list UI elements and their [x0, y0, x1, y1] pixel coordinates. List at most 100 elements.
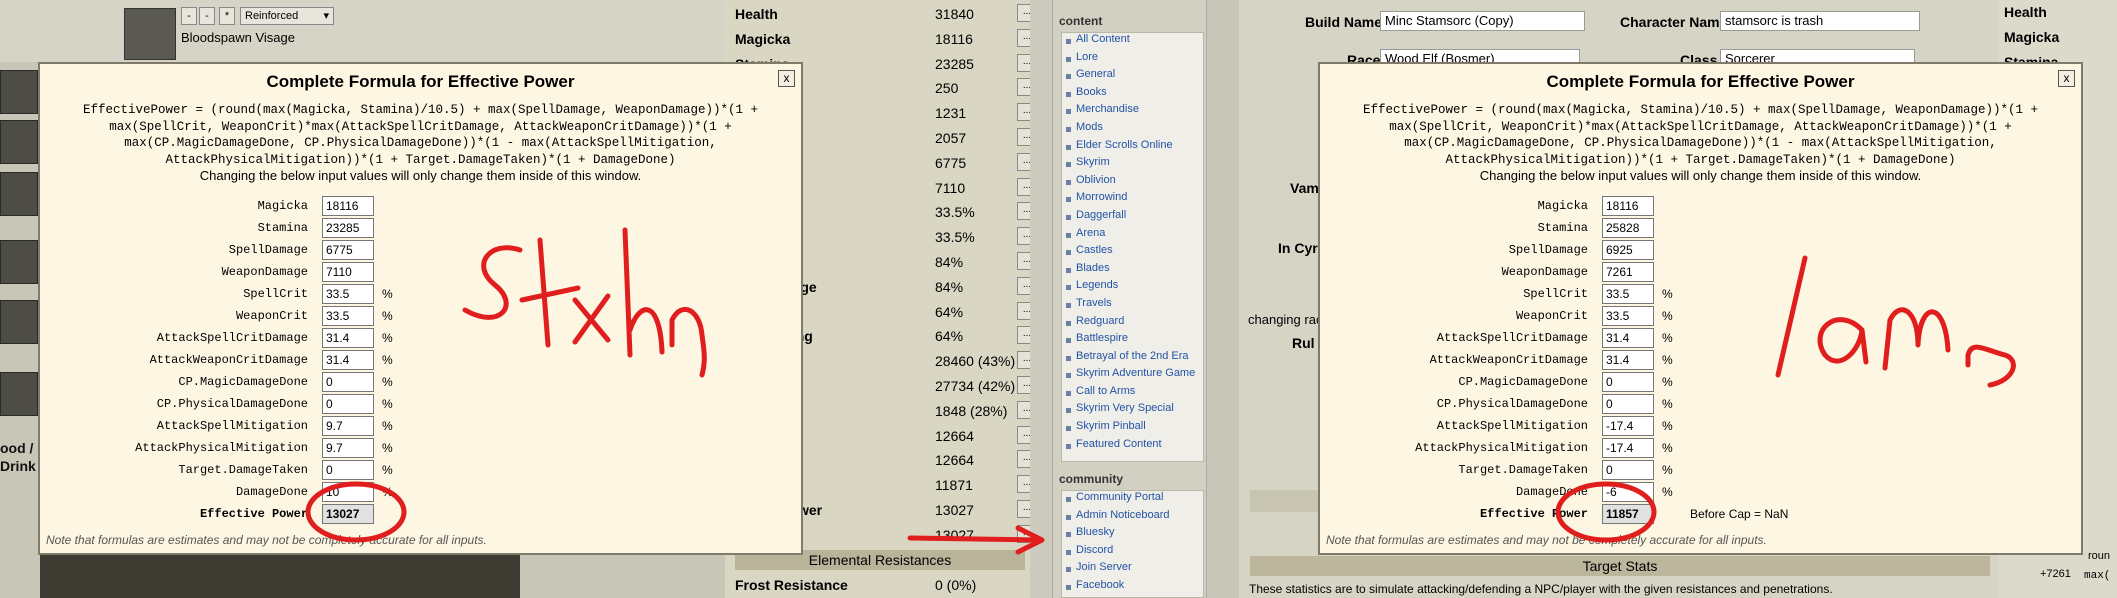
input-label: AttackSpellCritDamage — [156, 331, 308, 345]
wiki-link[interactable]: Join Server — [1062, 561, 1203, 579]
vampire-label: Vam — [1290, 180, 1319, 196]
content-header: content — [1059, 14, 1103, 28]
wiki-link[interactable]: Books — [1062, 86, 1203, 104]
formula-input[interactable]: 0 — [322, 460, 374, 480]
gear-slot-1[interactable] — [0, 70, 38, 114]
formula-input[interactable]: 23285 — [322, 218, 374, 238]
wiki-link[interactable]: Daggerfall — [1062, 209, 1203, 227]
formula-input[interactable]: -17.4 — [1602, 416, 1654, 436]
formula-line: AttackPhysicalMitigation))*(1 + Target.D… — [1445, 152, 1956, 167]
wiki-link[interactable]: Bluesky — [1062, 526, 1203, 544]
input-label: SpellCrit — [243, 287, 308, 301]
formula-input[interactable]: 10 — [322, 482, 374, 502]
wiki-link[interactable]: Battlespire — [1062, 332, 1203, 350]
formula-input[interactable]: 7110 — [322, 262, 374, 282]
equip-star-button[interactable]: * — [219, 7, 235, 25]
formula-input[interactable]: 33.5 — [322, 306, 374, 326]
formula-input-row: DamageDone 10% — [40, 482, 801, 504]
gear-slot-5[interactable] — [0, 300, 38, 344]
wiki-link[interactable]: All Content — [1062, 33, 1203, 51]
build-name-input[interactable]: Minc Stamsorc (Copy) — [1380, 11, 1585, 31]
wiki-link[interactable]: Betrayal of the 2nd Era — [1062, 350, 1203, 368]
wiki-link[interactable]: General — [1062, 68, 1203, 86]
formula-input[interactable]: 0 — [1602, 372, 1654, 392]
stat-value: 33.5% — [935, 204, 975, 221]
formula-input[interactable]: 31.4 — [1602, 328, 1654, 348]
wiki-link[interactable]: Skyrim — [1062, 156, 1203, 174]
formula-input[interactable]: 25828 — [1602, 218, 1654, 238]
formula-input-row: AttackSpellCritDamage 31.4% — [40, 328, 801, 350]
far-right-bottom-1: +7261 — [2040, 568, 2071, 580]
drink-label: Drink — [0, 458, 36, 474]
wiki-link[interactable]: Skyrim Adventure Game — [1062, 367, 1203, 385]
wiki-sidebar: content All Content Lore General Books Merch… — [1052, 0, 1207, 598]
formula-input[interactable]: 6775 — [322, 240, 374, 260]
formula-input[interactable]: 31.4 — [322, 350, 374, 370]
unit-label: % — [382, 419, 393, 433]
gear-slot-3[interactable] — [0, 172, 38, 216]
wiki-link[interactable]: Call to Arms — [1062, 385, 1203, 403]
gear-slot-4[interactable] — [0, 240, 38, 284]
formula-input-row: AttackSpellMitigation -17.4% — [1320, 416, 2081, 438]
wiki-link[interactable]: Oblivion — [1062, 174, 1203, 192]
wiki-link[interactable]: Lore — [1062, 51, 1203, 69]
wiki-link[interactable]: Featured Content — [1062, 438, 1203, 456]
wiki-link[interactable]: Blades — [1062, 262, 1203, 280]
formula-input[interactable]: 31.4 — [322, 328, 374, 348]
formula-input[interactable]: 9.7 — [322, 438, 374, 458]
wiki-link[interactable]: Skyrim Pinball — [1062, 420, 1203, 438]
formula-input[interactable]: 0 — [322, 394, 374, 414]
formula-input[interactable]: 6925 — [1602, 240, 1654, 260]
close-button[interactable]: x — [2058, 70, 2075, 87]
formula-input[interactable]: 0 — [1602, 460, 1654, 480]
wiki-link[interactable]: Skyrim Very Special — [1062, 402, 1203, 420]
equip-minus-button-2[interactable]: - — [199, 7, 215, 25]
unit-label: % — [382, 441, 393, 455]
close-button[interactable]: x — [778, 70, 795, 87]
input-label: AttackPhysicalMitigation — [1415, 441, 1588, 455]
wiki-link[interactable]: Discord — [1062, 544, 1203, 562]
formula-input[interactable]: 7261 — [1602, 262, 1654, 282]
formula-input[interactable]: -6 — [1602, 482, 1654, 502]
wiki-link[interactable]: Redguard — [1062, 315, 1203, 333]
item-thumbnail[interactable] — [124, 8, 176, 60]
wiki-link[interactable]: Facebook — [1062, 579, 1203, 597]
gutter — [1030, 0, 1052, 598]
formula-input[interactable]: 33.5 — [322, 284, 374, 304]
formula-input[interactable]: 0 — [322, 372, 374, 392]
input-label: Magicka — [1537, 199, 1588, 213]
formula-input[interactable]: -17.4 — [1602, 438, 1654, 458]
wiki-link[interactable]: Mods — [1062, 121, 1203, 139]
wiki-link[interactable]: Community Portal — [1062, 491, 1203, 509]
formula-input[interactable]: 18116 — [1602, 196, 1654, 216]
modal-footnote: Note that formulas are estimates and may… — [1326, 533, 1767, 547]
wiki-link[interactable]: Morrowind — [1062, 191, 1203, 209]
wiki-link[interactable]: Elder Scrolls Online — [1062, 139, 1203, 157]
gear-slot-6[interactable] — [0, 372, 38, 416]
input-label: AttackSpellMitigation — [156, 419, 308, 433]
gear-slot-2[interactable] — [0, 120, 38, 164]
formula-input[interactable]: 31.4 — [1602, 350, 1654, 370]
wiki-link[interactable]: Travels — [1062, 297, 1203, 315]
formula-line: EffectivePower = (round(max(Magicka, Sta… — [1362, 103, 2039, 117]
character-name-input[interactable]: stamsorc is trash — [1720, 11, 1920, 31]
formula-input-row: SpellCrit 33.5% — [40, 284, 801, 306]
target-stats-description: These statistics are to simulate attacki… — [1249, 582, 1833, 596]
content-nav: All Content Lore General Books Merchandise Mo… — [1061, 32, 1204, 462]
formula-input[interactable]: 33.5 — [1602, 284, 1654, 304]
input-label: WeaponCrit — [235, 309, 308, 323]
equip-minus-button-1[interactable]: - — [181, 7, 197, 25]
quality-select[interactable]: Reinforced ▾ — [240, 7, 334, 25]
stat-value: 12664 — [935, 427, 974, 444]
formula-input[interactable]: 9.7 — [322, 416, 374, 436]
wiki-link[interactable]: Arena — [1062, 227, 1203, 245]
wiki-link[interactable]: Admin Noticeboard — [1062, 509, 1203, 527]
formula-input[interactable]: 0 — [1602, 394, 1654, 414]
formula-input[interactable]: 18116 — [322, 196, 374, 216]
wiki-link[interactable]: Castles — [1062, 244, 1203, 262]
stat-value: 11871 — [935, 477, 973, 494]
formula-input[interactable]: 33.5 — [1602, 306, 1654, 326]
wiki-link[interactable]: Legends — [1062, 279, 1203, 297]
wiki-link[interactable]: Merchandise — [1062, 103, 1203, 121]
formula-input-row: SpellDamage 6775 — [40, 240, 801, 262]
